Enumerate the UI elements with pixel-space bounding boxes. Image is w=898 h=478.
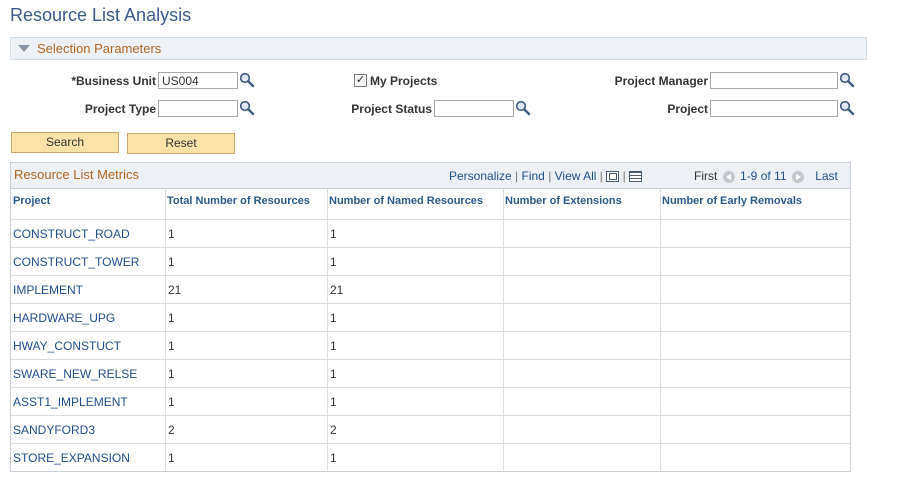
total-resources-cell: 1 — [168, 395, 175, 409]
view-all-link[interactable]: View All — [555, 169, 597, 183]
named-resources-cell: 21 — [330, 283, 344, 297]
grid-title: Resource List Metrics — [14, 167, 139, 182]
grid-pagination: First 1-9 of 11 Last — [694, 169, 838, 183]
table-row: ASST1_IMPLEMENT 1 1 — [11, 387, 850, 416]
table-row: STORE_EXPANSION 1 1 — [11, 443, 850, 472]
named-resources-cell: 1 — [330, 227, 337, 241]
project-link[interactable]: SANDYFORD3 — [13, 423, 95, 437]
total-resources-cell: 1 — [168, 311, 175, 325]
project-link[interactable]: HWAY_CONSTUCT — [13, 339, 121, 353]
project-status-label: Project Status — [351, 102, 432, 116]
column-header-extensions[interactable]: Number of Extensions — [505, 195, 622, 207]
project-type-lookup-icon[interactable] — [239, 100, 255, 116]
column-header-total-resources[interactable]: Total Number of Resources — [167, 195, 310, 207]
search-button[interactable]: Search — [11, 132, 119, 153]
project-link[interactable]: HARDWARE_UPG — [13, 311, 115, 325]
row-range: 1-9 of 11 — [740, 169, 787, 183]
project-link[interactable]: ASST1_IMPLEMENT — [13, 395, 128, 409]
named-resources-cell: 1 — [330, 451, 337, 465]
project-status-lookup-icon[interactable] — [515, 100, 531, 116]
resource-list-metrics-grid: Resource List Metrics Personalize | Find… — [10, 162, 851, 472]
table-row: HARDWARE_UPG 1 1 — [11, 303, 850, 332]
column-header-project[interactable]: Project — [13, 195, 50, 207]
named-resources-cell: 1 — [330, 311, 337, 325]
grid-nav-links: Personalize | Find | View All | | — [449, 169, 643, 183]
project-manager-lookup-icon[interactable] — [839, 72, 855, 88]
table-row: SWARE_NEW_RELSE 1 1 — [11, 359, 850, 388]
project-link[interactable]: STORE_EXPANSION — [13, 451, 130, 465]
project-link[interactable]: IMPLEMENT — [13, 283, 83, 297]
business-unit-input[interactable] — [158, 72, 238, 89]
named-resources-cell: 1 — [330, 395, 337, 409]
table-row: HWAY_CONSTUCT 1 1 — [11, 331, 850, 360]
my-projects-label: My Projects — [370, 74, 438, 88]
total-resources-cell: 1 — [168, 227, 175, 241]
previous-icon[interactable] — [722, 170, 735, 183]
project-type-label: Project Type — [84, 102, 156, 116]
table-row: CONSTRUCT_TOWER 1 1 — [11, 247, 850, 276]
page-title: Resource List Analysis — [10, 5, 192, 25]
project-type-input[interactable] — [158, 100, 238, 117]
last-link[interactable]: Last — [815, 169, 838, 183]
total-resources-cell: 1 — [168, 255, 175, 269]
table-row: CONSTRUCT_ROAD 1 1 — [11, 219, 850, 248]
project-link[interactable]: CONSTRUCT_ROAD — [13, 227, 130, 241]
table-row: SANDYFORD3 2 2 — [11, 415, 850, 444]
total-resources-cell: 2 — [168, 423, 175, 437]
project-label: Project — [667, 102, 708, 116]
column-header-early-removals[interactable]: Number of Early Removals — [662, 195, 802, 207]
total-resources-cell: 1 — [168, 451, 175, 465]
my-projects-checkbox[interactable]: ✓ — [354, 74, 367, 87]
project-manager-label: Project Manager — [614, 74, 708, 88]
project-link[interactable]: CONSTRUCT_TOWER — [13, 255, 139, 269]
column-header-named-resources[interactable]: Number of Named Resources — [329, 195, 483, 207]
selection-parameters-label[interactable]: Selection Parameters — [37, 41, 161, 56]
next-icon[interactable] — [791, 170, 804, 183]
business-unit-label: *Business Unit — [71, 74, 156, 88]
zoom-icon[interactable] — [606, 171, 620, 183]
project-link[interactable]: SWARE_NEW_RELSE — [13, 367, 137, 381]
project-status-input[interactable] — [434, 100, 514, 117]
named-resources-cell: 2 — [330, 423, 337, 437]
personalize-link[interactable]: Personalize — [449, 169, 512, 183]
first-label: First — [694, 169, 718, 183]
find-link[interactable]: Find — [522, 169, 545, 183]
spreadsheet-icon[interactable] — [629, 171, 643, 183]
grid-header-bar: Resource List Metrics Personalize | Find… — [11, 163, 850, 189]
project-manager-input[interactable] — [710, 72, 838, 89]
business-unit-lookup-icon[interactable] — [239, 72, 255, 88]
total-resources-cell: 1 — [168, 339, 175, 353]
named-resources-cell: 1 — [330, 339, 337, 353]
total-resources-cell: 21 — [168, 283, 182, 297]
project-lookup-icon[interactable] — [839, 100, 855, 116]
triangle-down-icon[interactable] — [18, 45, 30, 52]
named-resources-cell: 1 — [330, 367, 337, 381]
reset-button[interactable]: Reset — [127, 133, 235, 154]
total-resources-cell: 1 — [168, 367, 175, 381]
table-row: IMPLEMENT 21 21 — [11, 275, 850, 304]
project-input[interactable] — [710, 100, 838, 117]
selection-parameters-header[interactable]: Selection Parameters — [10, 37, 867, 60]
named-resources-cell: 1 — [330, 255, 337, 269]
